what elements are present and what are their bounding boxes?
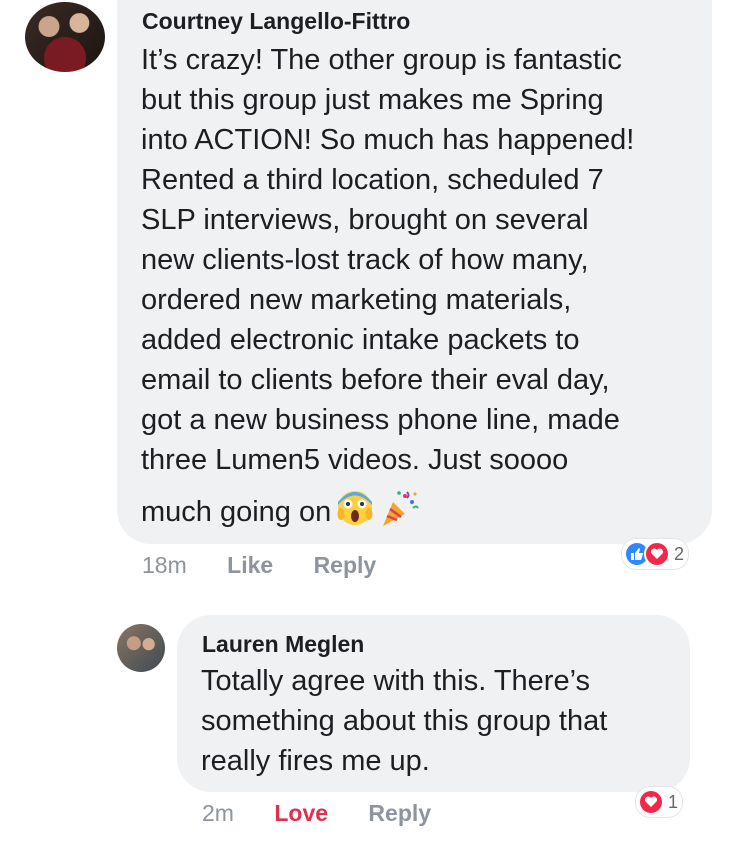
scream-emoji <box>335 488 375 539</box>
avatar-lauren[interactable] <box>117 624 165 672</box>
comment-text-line: got a new business phone line, made <box>141 404 620 436</box>
reply-text-line: Totally agree with this. There’s <box>201 665 591 697</box>
reply-button[interactable]: Reply <box>368 800 431 826</box>
reaction-count: 1 <box>668 791 679 812</box>
reply-timestamp[interactable]: 2m <box>202 800 234 826</box>
comment-text-line: SLP interviews, brought on several <box>141 204 589 236</box>
love-reaction-icon <box>644 541 670 567</box>
comment-text: It’s crazy! The other group is fantastic… <box>141 40 701 539</box>
reactions-summary[interactable]: 1 <box>636 787 683 817</box>
comment-text-line: ordered new marketing materials, <box>141 284 572 316</box>
comment-text-line: into ACTION! So much has happened! <box>141 124 635 156</box>
comment-text-last-line: much going on <box>141 488 701 539</box>
comment-text-line: much going on <box>141 496 332 529</box>
comment-text-line: email to clients before their eval day, <box>141 364 610 396</box>
like-button[interactable]: Like <box>227 552 273 578</box>
comment-text-line: three Lumen5 videos. Just soooo <box>141 444 569 476</box>
love-button[interactable]: Love <box>274 800 328 826</box>
comment-text-line: It’s crazy! The other group is fantastic <box>141 44 622 76</box>
comment-text-line: new clients-lost track of how many, <box>141 244 589 276</box>
reply-author[interactable]: Lauren Meglen <box>202 631 364 658</box>
comment-timestamp[interactable]: 18m <box>142 552 187 578</box>
reply-text-line: something about this group that <box>201 705 608 737</box>
comment-text-line: Rented a third location, scheduled 7 <box>141 164 604 196</box>
comment-text-line: but this group just makes me Spring <box>141 84 604 116</box>
reply-actions: 2m Love Reply <box>202 800 465 827</box>
avatar-courtney[interactable] <box>25 2 105 72</box>
reply-button[interactable]: Reply <box>314 552 377 578</box>
reply-text: Totally agree with this. There’s somethi… <box>201 661 681 781</box>
comment-text-line: added electronic intake packets to <box>141 324 580 356</box>
love-reaction-icon <box>638 789 664 815</box>
party-popper-emoji <box>379 488 420 539</box>
comment-author[interactable]: Courtney Langello-Fittro <box>142 8 410 35</box>
reaction-count: 2 <box>674 543 685 564</box>
comment-actions: 18m Like Reply <box>142 552 410 579</box>
reactions-summary[interactable]: 2 <box>622 539 689 569</box>
reply-text-line: really fires me up. <box>201 745 430 777</box>
